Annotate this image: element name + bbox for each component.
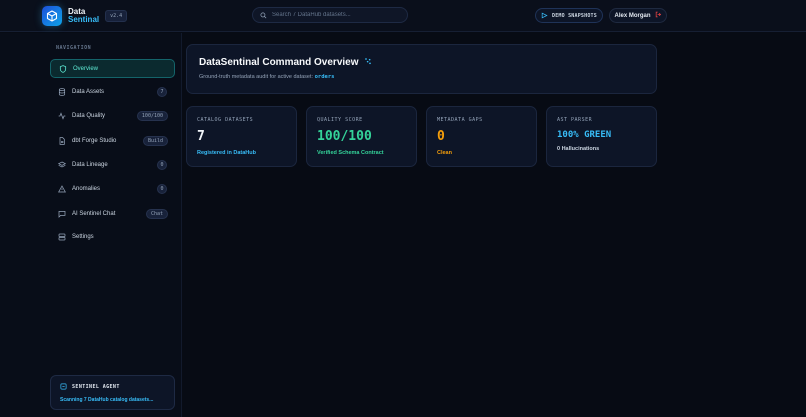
score-badge: 100/100 xyxy=(136,110,168,121)
count-badge: 7 xyxy=(157,86,167,97)
kpi-metadata-gaps: METADATA GAPS 0 Clean xyxy=(426,106,537,167)
agent-status-icon xyxy=(60,383,67,390)
kpi-footer: Registered in DataHub xyxy=(197,150,256,156)
chat-badge: Chat xyxy=(145,208,168,219)
sidebar-item-data-lineage[interactable]: Data Lineage 0 xyxy=(50,155,175,174)
sidebar-item-label: Anomalies xyxy=(72,185,101,192)
sidebar-item-settings[interactable]: Settings xyxy=(50,227,175,246)
server-icon xyxy=(57,232,66,241)
count-badge: 0 xyxy=(157,183,167,194)
logout-icon[interactable] xyxy=(655,11,662,20)
sentinel-agent-card: SENTINEL AGENT Scanning 7 DataHub catalo… xyxy=(50,375,175,410)
database-icon xyxy=(57,87,66,96)
sidebar-item-label: dbt Forge Studio xyxy=(72,137,117,144)
sidebar-item-label: Data Lineage xyxy=(72,161,108,168)
alert-triangle-icon xyxy=(57,184,66,193)
sidebar-item-dbt-forge-studio[interactable]: dbt Forge Studio Build xyxy=(50,131,175,150)
logo-cube-icon xyxy=(42,6,62,26)
kpi-value: 7 xyxy=(197,129,205,144)
kpi-value: 100/100 xyxy=(317,129,372,144)
kpi-catalog-datasets: CATALOG DATASETS 7 Registered in DataHub xyxy=(186,106,297,167)
sidebar-item-data-quality[interactable]: Data Quality 100/100 xyxy=(50,106,175,125)
search-input[interactable] xyxy=(272,12,402,18)
sidebar-item-anomalies[interactable]: Anomalies 0 xyxy=(50,179,175,198)
sidebar-item-label: Overview xyxy=(73,65,99,72)
agent-status-text: Scanning 7 DataHub catalog datasets... xyxy=(60,397,154,403)
sparkle-icon xyxy=(364,57,372,68)
search-box[interactable] xyxy=(252,7,408,23)
kpi-value: 100% GREEN xyxy=(557,130,612,140)
command-overview-card: DataSentinal Command Overview Ground-tru… xyxy=(186,44,657,94)
chat-icon xyxy=(57,209,66,218)
sidebar-item-label: Settings xyxy=(72,233,94,240)
sidebar-item-label: Data Assets xyxy=(72,88,105,95)
kpi-label: CATALOG DATASETS xyxy=(197,117,254,123)
brand-name-line2: Sentinal xyxy=(68,15,100,24)
build-badge: Build xyxy=(142,135,168,146)
sidebar-item-label: AI Sentinel Chat xyxy=(72,210,116,217)
sidebar-item-overview[interactable]: Overview xyxy=(50,59,175,78)
page-subtitle: Ground-truth metadata audit for active d… xyxy=(199,74,314,80)
activity-icon xyxy=(57,111,66,120)
sidebar-item-data-assets[interactable]: Data Assets 7 xyxy=(50,82,175,101)
kpi-ast-parser: AST PARSER 100% GREEN 0 Hallucinations xyxy=(546,106,657,167)
kpi-label: METADATA GAPS xyxy=(437,117,483,123)
file-code-icon xyxy=(57,136,66,145)
demo-snapshots-button[interactable]: DEMO SNAPSHOTS xyxy=(535,8,603,23)
nav-section-title: NAVIGATION xyxy=(56,45,92,51)
kpi-label: QUALITY SCORE xyxy=(317,117,363,123)
version-badge: v2.4 xyxy=(105,10,128,22)
agent-title: SENTINEL AGENT xyxy=(72,383,120,390)
demo-snapshots-label: DEMO SNAPSHOTS xyxy=(552,12,597,19)
snapshot-icon xyxy=(541,12,548,19)
top-header: Data Sentinal v2.4 DEMO SNAPSHOTS Alex M… xyxy=(0,0,806,32)
kpi-footer: Clean xyxy=(437,150,452,156)
shield-icon xyxy=(58,64,67,73)
page-title: DataSentinal Command Overview xyxy=(199,57,359,68)
brand[interactable]: Data Sentinal v2.4 xyxy=(42,6,128,26)
kpi-footer: 0 Hallucinations xyxy=(557,146,600,152)
kpi-footer: Verified Schema Contract xyxy=(317,150,384,156)
sidebar-item-ai-sentinel-chat[interactable]: AI Sentinel Chat Chat xyxy=(50,204,175,223)
kpi-quality-score: QUALITY SCORE 100/100 Verified Schema Co… xyxy=(306,106,417,167)
kpi-value: 0 xyxy=(437,129,445,144)
count-badge: 0 xyxy=(157,159,167,170)
kpi-label: AST PARSER xyxy=(557,117,593,123)
user-menu[interactable]: Alex Morgan xyxy=(609,8,667,23)
search-icon xyxy=(260,6,267,24)
active-dataset[interactable]: orders xyxy=(315,74,335,80)
user-name: Alex Morgan xyxy=(614,12,651,19)
sidebar-item-label: Data Quality xyxy=(72,112,106,119)
layers-icon xyxy=(57,160,66,169)
